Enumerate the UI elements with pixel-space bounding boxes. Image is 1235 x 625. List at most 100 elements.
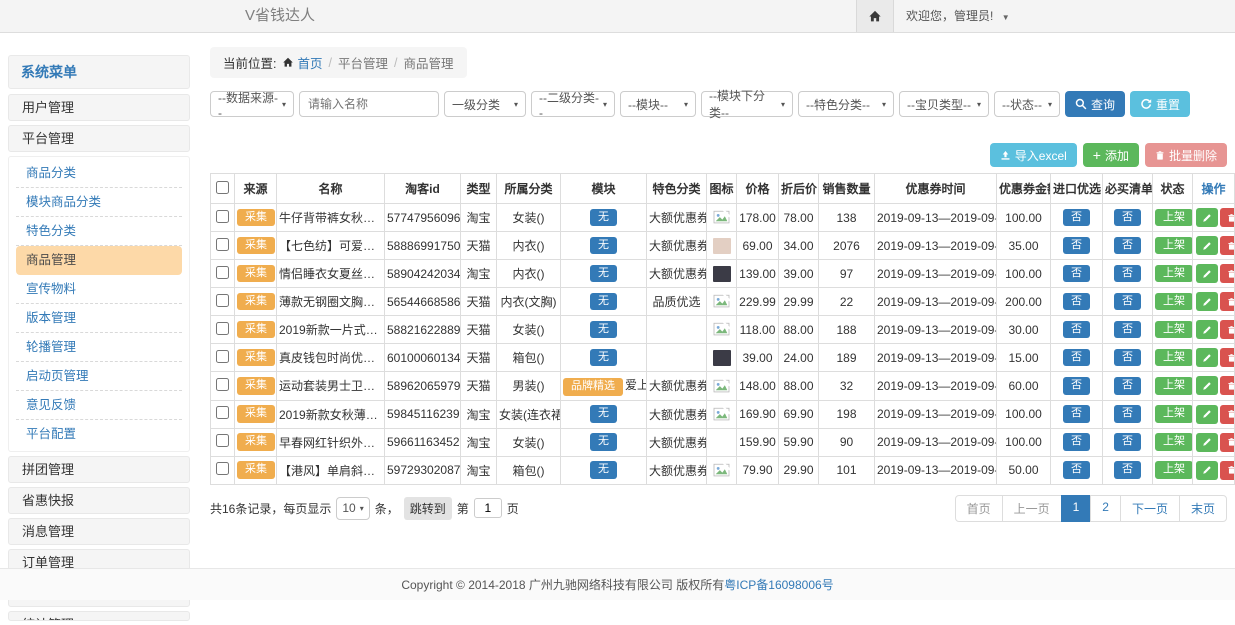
user-menu[interactable]: 欢迎您，管理员! ▼ — [906, 0, 1010, 34]
sidebar-group-1[interactable]: 省惠快报 — [8, 487, 190, 514]
filter-select-6[interactable]: --特色分类--▾ — [798, 91, 894, 117]
row-checkbox[interactable] — [216, 210, 229, 223]
filter-select-5[interactable]: --模块下分类--▾ — [701, 91, 793, 117]
cell-must-buy: 否 — [1103, 428, 1153, 456]
sidebar-group-platform[interactable]: 平台管理 — [8, 125, 190, 152]
sidebar-group-0[interactable]: 拼团管理 — [8, 456, 190, 483]
row-checkbox[interactable] — [216, 238, 229, 251]
row-checkbox[interactable] — [216, 434, 229, 447]
pager-item-0[interactable]: 首页 — [955, 495, 1003, 522]
sidebar-subitem-0[interactable]: 商品分类 — [16, 159, 182, 188]
delete-button[interactable] — [1220, 348, 1235, 367]
sidebar-subitem-4[interactable]: 宣传物料 — [16, 275, 182, 304]
select-all-checkbox[interactable] — [216, 181, 229, 194]
cell-type: 天猫 — [461, 288, 497, 316]
per-page-select[interactable]: 10 ▾ — [336, 497, 369, 520]
delete-button[interactable] — [1220, 320, 1235, 339]
search-button[interactable]: 查询 — [1065, 91, 1125, 117]
per-page-unit-text: 条， — [375, 500, 399, 517]
delete-button[interactable] — [1220, 236, 1235, 255]
col-header-12: 优惠券时间 — [875, 174, 997, 204]
source-badge: 采集 — [237, 265, 275, 283]
cell-category: 内衣(文胸) — [497, 288, 561, 316]
filter-select-7[interactable]: --宝贝类型--▾ — [899, 91, 989, 117]
page-number-input[interactable] — [474, 498, 502, 518]
delete-button[interactable] — [1220, 405, 1235, 424]
breadcrumb-home-link[interactable]: 首页 — [282, 53, 322, 72]
edit-button[interactable] — [1196, 376, 1218, 395]
edit-button[interactable] — [1196, 208, 1218, 227]
sidebar-subitem-6[interactable]: 轮播管理 — [16, 333, 182, 362]
sidebar-subitem-1[interactable]: 模块商品分类 — [16, 188, 182, 217]
edit-button[interactable] — [1196, 348, 1218, 367]
module-badge: 无 — [590, 293, 617, 311]
delete-button[interactable] — [1220, 292, 1235, 311]
filter-select-8[interactable]: --状态--▾ — [994, 91, 1060, 117]
edit-button[interactable] — [1196, 433, 1218, 452]
jump-button[interactable]: 跳转到 — [404, 497, 452, 520]
filter-select-3[interactable]: --二级分类--▾ — [531, 91, 615, 117]
source-badge: 采集 — [237, 461, 275, 479]
cell-must-buy: 否 — [1103, 260, 1153, 288]
cell-module: 无 — [561, 260, 647, 288]
add-button[interactable]: + 添加 — [1083, 143, 1139, 167]
status-badge: 上架 — [1155, 293, 1193, 311]
pager-item-5[interactable]: 末页 — [1179, 495, 1227, 522]
sidebar-subitem-3[interactable]: 商品管理 — [16, 246, 182, 275]
delete-button[interactable] — [1220, 264, 1235, 283]
filter-select-4[interactable]: --模块--▾ — [620, 91, 696, 117]
delete-button[interactable] — [1220, 433, 1235, 452]
icp-link[interactable]: 粤ICP备16098006号 — [724, 576, 833, 593]
edit-button[interactable] — [1196, 405, 1218, 424]
pager-current-page[interactable]: 1 — [1061, 495, 1092, 522]
delete-button[interactable] — [1220, 461, 1235, 480]
edit-button[interactable] — [1196, 264, 1218, 283]
filter-select-label: --模块-- — [628, 96, 668, 113]
cell-taoke-id: 588216228899 — [385, 316, 461, 344]
sidebar-subitem-9[interactable]: 平台配置 — [16, 420, 182, 449]
home-button[interactable] — [856, 0, 894, 32]
sidebar-group-2[interactable]: 消息管理 — [8, 518, 190, 545]
broken-image-icon — [713, 210, 730, 225]
batch-delete-button[interactable]: 批量删除 — [1145, 143, 1227, 167]
col-header-11: 销售数量 — [819, 174, 875, 204]
row-checkbox[interactable] — [216, 406, 229, 419]
sidebar-group-users[interactable]: 用户管理 — [8, 94, 190, 121]
sidebar-group-5[interactable]: 统计管理 — [8, 611, 190, 621]
pager-item-3[interactable]: 2 — [1090, 495, 1121, 522]
sidebar-subitem-7[interactable]: 启动页管理 — [16, 362, 182, 391]
reset-button[interactable]: 重置 — [1130, 91, 1190, 117]
records-count-text: 共16条记录，每页显示 — [210, 500, 331, 517]
row-checkbox[interactable] — [216, 350, 229, 363]
edit-button[interactable] — [1196, 320, 1218, 339]
filter-bar: --数据来源--▾ 一级分类▾--二级分类--▾--模块--▾--模块下分类--▾… — [210, 91, 1227, 117]
cell-module: 品牌精选爱上运动 — [561, 372, 647, 401]
col-header-13: 优惠券金额 — [997, 174, 1051, 204]
delete-button[interactable] — [1220, 208, 1235, 227]
cell-status: 上架 — [1153, 288, 1193, 316]
pager-item-4[interactable]: 下一页 — [1120, 495, 1180, 522]
cell-type: 淘宝 — [461, 400, 497, 428]
filter-name-input[interactable] — [299, 91, 439, 117]
page-footer: Copyright © 2014-2018 广州九驰网络科技有限公司 版权所有 … — [0, 568, 1235, 600]
sidebar-subitem-8[interactable]: 意见反馈 — [16, 391, 182, 420]
sidebar-subitem-5[interactable]: 版本管理 — [16, 304, 182, 333]
edit-button[interactable] — [1196, 461, 1218, 480]
sidebar-subitem-2[interactable]: 特色分类 — [16, 217, 182, 246]
edit-button[interactable] — [1196, 292, 1218, 311]
cell-taoke-id: 565446685867 — [385, 288, 461, 316]
row-checkbox[interactable] — [216, 266, 229, 279]
row-checkbox[interactable] — [216, 378, 229, 391]
cell-status: 上架 — [1153, 204, 1193, 232]
delete-button[interactable] — [1220, 376, 1235, 395]
edit-button[interactable] — [1196, 236, 1218, 255]
cell-ops — [1193, 204, 1235, 232]
import-excel-button[interactable]: 导入excel — [990, 143, 1077, 167]
filter-select-2[interactable]: 一级分类▾ — [444, 91, 526, 117]
row-checkbox[interactable] — [216, 462, 229, 475]
row-checkbox[interactable] — [216, 322, 229, 335]
row-checkbox[interactable] — [216, 294, 229, 307]
module-badge: 无 — [590, 461, 617, 479]
filter-select-0[interactable]: --数据来源--▾ — [210, 91, 294, 117]
pager-item-1[interactable]: 上一页 — [1002, 495, 1062, 522]
